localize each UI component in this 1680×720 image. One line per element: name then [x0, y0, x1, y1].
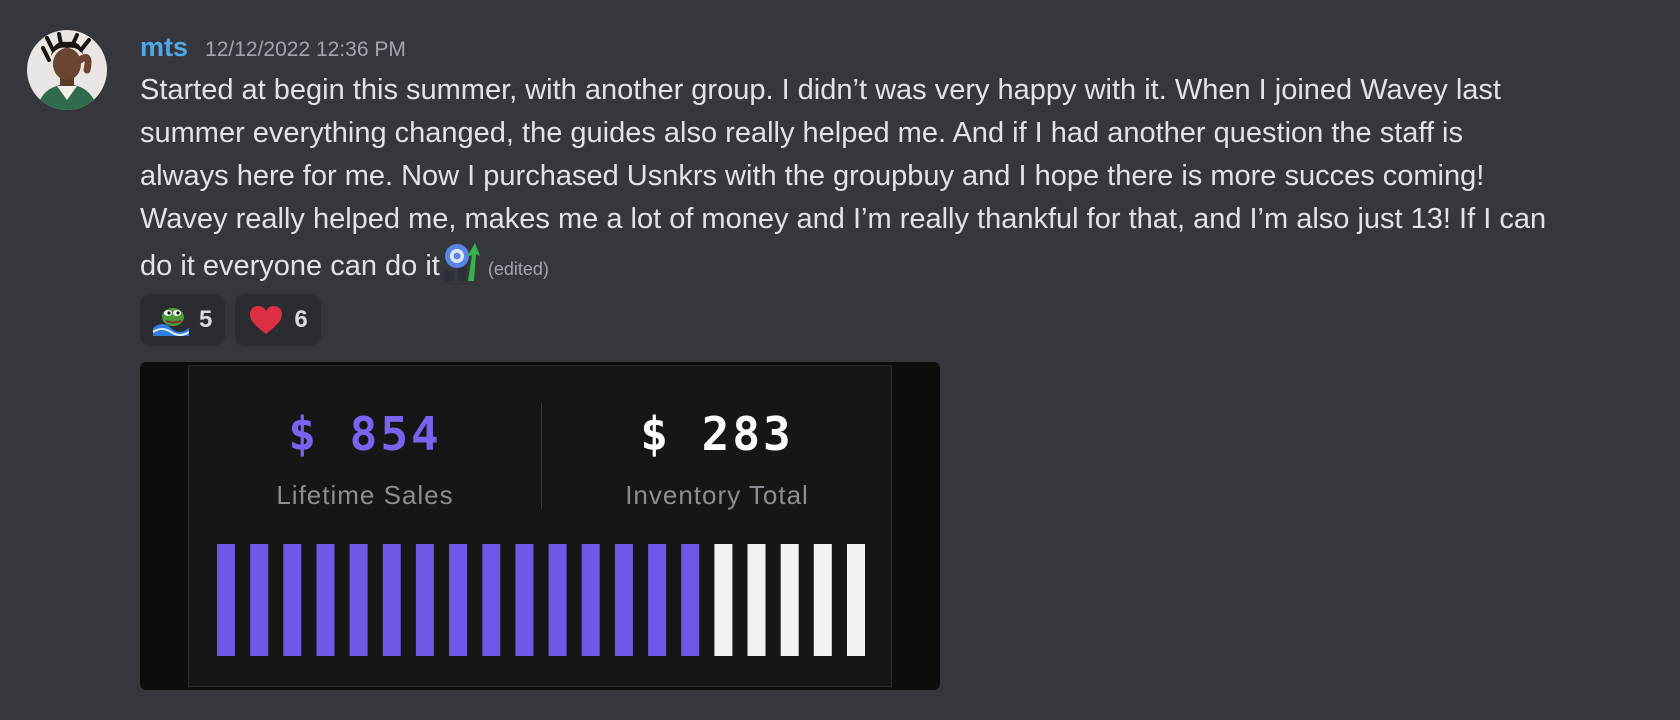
progress-bar-empty: [847, 544, 865, 656]
chat-message: mts 12/12/2022 12:36 PM Started at begin…: [0, 0, 1680, 720]
progress-bar-empty: [780, 544, 799, 656]
progress-bar-filled: [449, 544, 468, 656]
progress-bar-filled: [382, 544, 401, 656]
progress-bars: [217, 544, 865, 656]
progress-bar-empty: [714, 544, 733, 656]
progress-bar-filled: [482, 544, 501, 656]
reactions-bar: 5 6: [140, 294, 321, 346]
inventory-total-label: Inventory Total: [625, 480, 809, 510]
inventory-total-value: $ 283: [640, 407, 794, 461]
avatar[interactable]: [27, 30, 107, 110]
progress-bar-filled: [614, 544, 633, 656]
message-line: Started at begin this summer, with anoth…: [140, 74, 1501, 106]
red-heart-icon: [248, 304, 284, 336]
progress-bar-filled: [283, 544, 302, 656]
lifetime-sales-value: $ 854: [288, 407, 442, 461]
message-line: do it everyone can do it: [140, 250, 440, 282]
message-line: always here for me. Now I purchased Usnk…: [140, 160, 1485, 192]
reaction-count: 6: [294, 306, 308, 333]
progress-bar-filled: [349, 544, 368, 656]
message-last-line: do it everyone can do it (edited): [140, 241, 1630, 291]
progress-bar-filled: [217, 544, 235, 656]
progress-bar-empty: [747, 544, 766, 656]
reaction-pepe[interactable]: 5: [140, 294, 226, 346]
lifetime-sales-label: Lifetime Sales: [276, 480, 454, 510]
message-line: summer everything changed, the guides al…: [140, 117, 1463, 149]
image-attachment[interactable]: $ 854 Lifetime Sales $ 283 Inventory Tot…: [140, 362, 940, 690]
edited-label: (edited): [487, 259, 549, 279]
timestamp[interactable]: 12/12/2022 12:36 PM: [205, 38, 406, 62]
growth-chart-emoji-icon[interactable]: [442, 241, 484, 283]
message-content: Started at begin this summer, with anoth…: [140, 69, 1630, 291]
pepe-wave-emoji-icon: [152, 304, 190, 336]
reaction-heart[interactable]: 6: [235, 294, 321, 346]
username[interactable]: mts: [140, 32, 188, 63]
progress-bar-filled: [681, 544, 700, 656]
message-line: Wavey really helped me, makes me a lot o…: [140, 203, 1547, 235]
sales-summary-card: $ 854 Lifetime Sales $ 283 Inventory Tot…: [188, 365, 892, 687]
reaction-count: 5: [199, 306, 213, 333]
progress-bar-filled: [548, 544, 567, 656]
progress-bar-filled: [515, 544, 534, 656]
progress-bar-filled: [316, 544, 335, 656]
progress-bar-filled: [648, 544, 667, 656]
message-header: mts 12/12/2022 12:36 PM: [140, 32, 406, 66]
progress-bar-filled: [250, 544, 269, 656]
progress-bar-filled: [581, 544, 600, 656]
lifetime-sales-stat: $ 854 Lifetime Sales: [189, 406, 541, 511]
progress-bar-filled: [415, 544, 434, 656]
inventory-total-stat: $ 283 Inventory Total: [541, 406, 893, 511]
progress-bar-empty: [813, 544, 832, 656]
